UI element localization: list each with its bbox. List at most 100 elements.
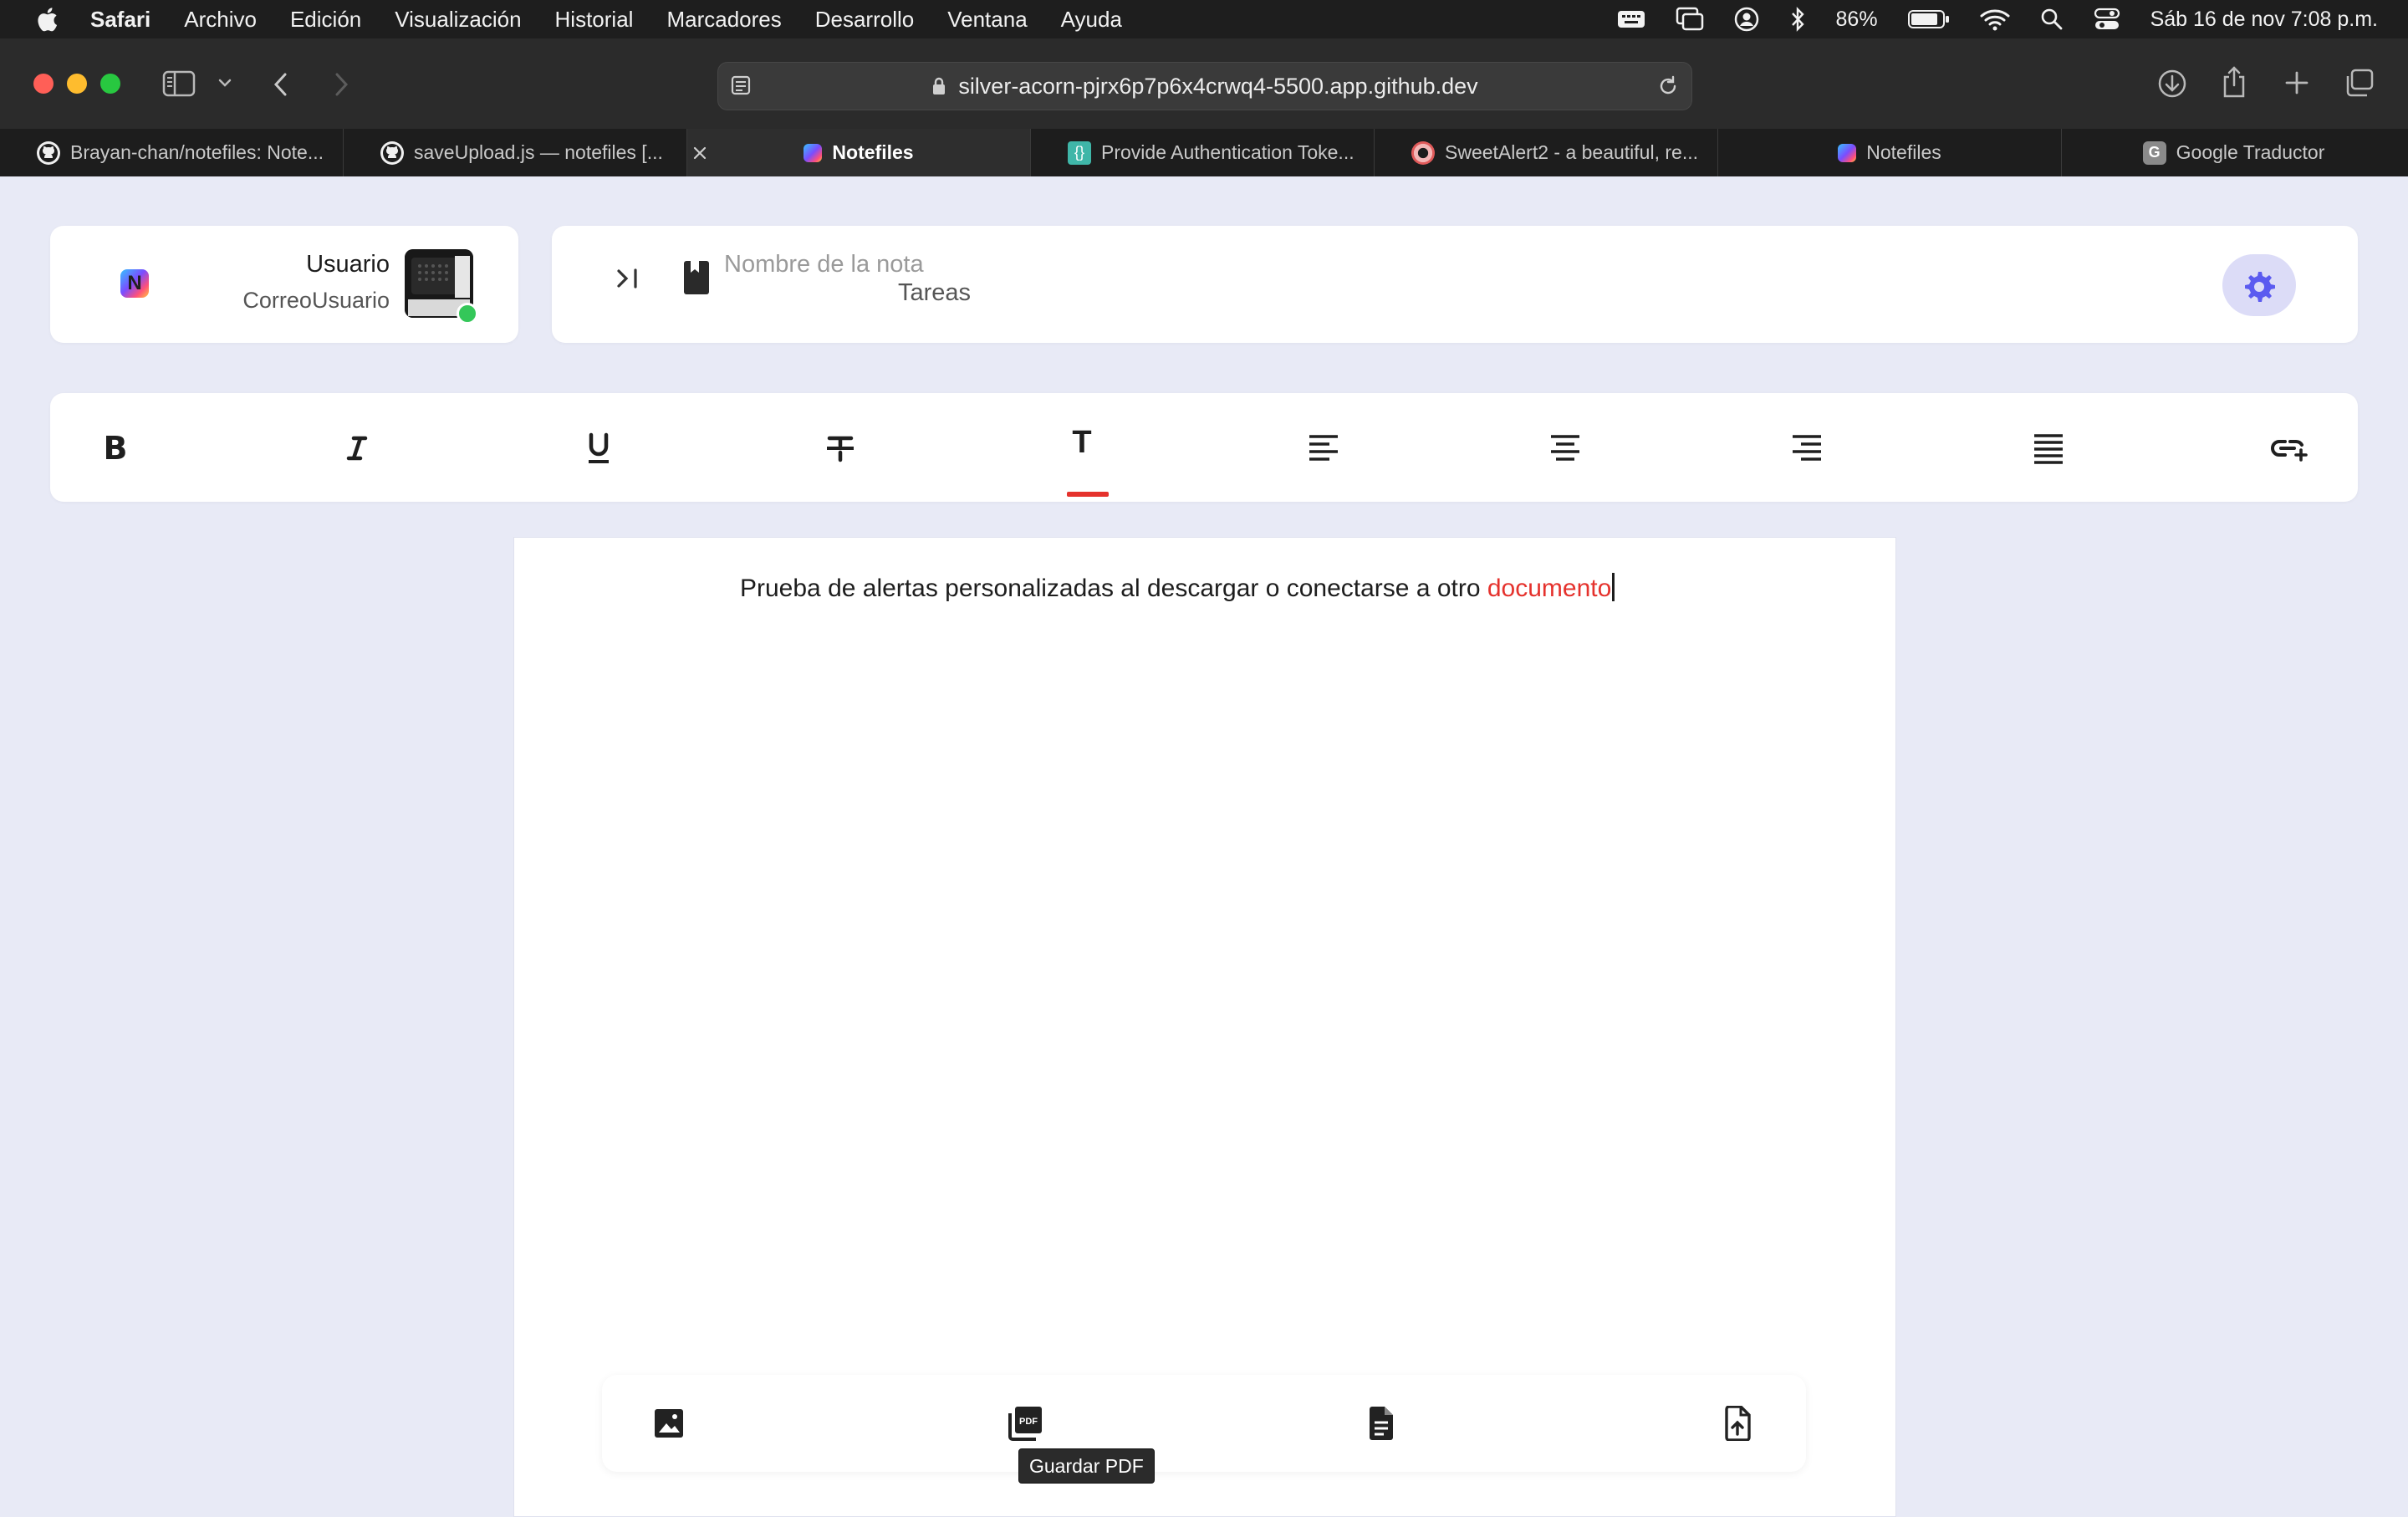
menu-historial[interactable]: Historial bbox=[555, 7, 634, 33]
tab-sweetalert2[interactable]: SweetAlert2 - a beautiful, re... bbox=[1375, 129, 1718, 176]
tab-provide-auth-token[interactable]: {} Provide Authentication Toke... bbox=[1031, 129, 1375, 176]
save-pdf-button[interactable]: PDF bbox=[1002, 1400, 1048, 1447]
gear-icon bbox=[2245, 272, 2275, 302]
menu-visualizacion[interactable]: Visualización bbox=[395, 7, 521, 33]
tab-label: Notefiles bbox=[832, 141, 914, 163]
new-tab-plus-icon[interactable] bbox=[2284, 70, 2309, 95]
strikethrough-button[interactable] bbox=[814, 421, 867, 475]
align-left-button[interactable] bbox=[1297, 421, 1350, 475]
tab-github-notefiles[interactable]: Brayan-chan/notefiles: Note... bbox=[0, 129, 344, 176]
document-icon bbox=[1370, 1407, 1393, 1440]
sidebar-toggle-icon[interactable] bbox=[162, 70, 196, 97]
menu-app-safari[interactable]: Safari bbox=[90, 7, 150, 33]
braces-icon: {} bbox=[1068, 140, 1091, 165]
bold-button[interactable]: B bbox=[89, 421, 142, 475]
tab-notefiles-2[interactable]: Notefiles bbox=[1718, 129, 2062, 176]
window-close-button[interactable] bbox=[33, 74, 54, 94]
keyboard-icon[interactable] bbox=[1617, 8, 1645, 30]
tab-label: Google Traductor bbox=[2176, 141, 2325, 163]
save-document-button[interactable] bbox=[1358, 1400, 1405, 1447]
insert-link-button[interactable] bbox=[2263, 421, 2316, 475]
align-right-button[interactable] bbox=[1780, 421, 1834, 475]
save-pdf-tooltip: Guardar PDF bbox=[1018, 1448, 1155, 1484]
window-zoom-button[interactable] bbox=[100, 74, 120, 94]
tab-label: saveUpload.js — notefiles [... bbox=[414, 141, 663, 163]
align-justify-button[interactable] bbox=[2022, 421, 2075, 475]
reload-icon[interactable] bbox=[1656, 74, 1680, 98]
user-account-icon[interactable] bbox=[1734, 7, 1759, 32]
notefiles-icon bbox=[804, 143, 823, 162]
menu-ventana[interactable]: Ventana bbox=[947, 7, 1027, 33]
window-minimize-button[interactable] bbox=[67, 74, 87, 94]
note-name-placeholder[interactable]: Nombre de la nota bbox=[724, 251, 924, 278]
align-center-button[interactable] bbox=[1538, 421, 1592, 475]
bottom-action-bar: PDF bbox=[602, 1375, 1806, 1472]
browser-toolbar: silver-acorn-pjrx6p7p6x4crwq4-5500.app.g… bbox=[0, 38, 2408, 130]
wifi-icon[interactable] bbox=[1980, 8, 2010, 31]
editor-text-plain: Prueba de alertas personalizadas al desc… bbox=[740, 575, 1487, 602]
address-bar[interactable]: silver-acorn-pjrx6p7p6x4crwq4-5500.app.g… bbox=[717, 62, 1692, 110]
tab-group-chevron-down-icon[interactable] bbox=[217, 77, 232, 89]
svg-text:PDF: PDF bbox=[1019, 1417, 1038, 1427]
strikethrough-icon bbox=[827, 436, 854, 462]
menu-clock[interactable]: Sáb 16 de nov 7:08 p.m. bbox=[2150, 8, 2378, 32]
tab-saveupload[interactable]: saveUpload.js — notefiles [... bbox=[344, 129, 687, 176]
user-name: Usuario bbox=[306, 251, 390, 278]
lock-icon bbox=[933, 77, 946, 94]
bluetooth-icon[interactable] bbox=[1789, 7, 1806, 32]
macos-menu-bar: Safari Archivo Edición Visualización His… bbox=[0, 0, 2408, 38]
text-color-indicator bbox=[1067, 492, 1109, 497]
menu-marcadores[interactable]: Marcadores bbox=[666, 7, 781, 33]
file-upload-icon bbox=[1725, 1406, 1751, 1441]
text-color-icon: T bbox=[1072, 424, 1092, 460]
underline-button[interactable] bbox=[572, 421, 625, 475]
note-header-card: Nombre de la nota Tareas bbox=[552, 226, 2358, 343]
menu-ayuda[interactable]: Ayuda bbox=[1061, 7, 1122, 33]
tab-label: SweetAlert2 - a beautiful, re... bbox=[1445, 141, 1698, 163]
image-icon bbox=[655, 1409, 683, 1438]
tab-google-traductor[interactable]: G Google Traductor bbox=[2062, 129, 2405, 176]
underline-icon bbox=[589, 432, 609, 463]
downloads-icon[interactable] bbox=[2157, 69, 2187, 99]
settings-button[interactable] bbox=[2222, 254, 2296, 316]
italic-button[interactable] bbox=[330, 421, 384, 475]
text-caret bbox=[1612, 573, 1615, 601]
menu-archivo[interactable]: Archivo bbox=[184, 7, 257, 33]
share-icon[interactable] bbox=[2221, 65, 2247, 99]
notefiles-icon bbox=[1838, 143, 1857, 162]
format-toolbar: B T bbox=[50, 393, 2358, 502]
spotlight-search-icon[interactable] bbox=[2040, 8, 2064, 31]
close-tab-icon[interactable] bbox=[687, 129, 712, 176]
tab-bar: Brayan-chan/notefiles: Note... saveUploa… bbox=[0, 129, 2408, 176]
text-color-button[interactable]: T bbox=[1055, 421, 1109, 497]
screen-mirroring-icon[interactable] bbox=[1676, 7, 1704, 32]
align-center-icon bbox=[1551, 435, 1579, 461]
menu-desarrollo[interactable]: Desarrollo bbox=[815, 7, 915, 33]
apple-logo-icon[interactable] bbox=[33, 5, 59, 33]
online-status-dot bbox=[457, 303, 478, 324]
tab-overview-icon[interactable] bbox=[2344, 69, 2375, 97]
tab-label: Provide Authentication Toke... bbox=[1101, 141, 1354, 163]
url-text[interactable]: silver-acorn-pjrx6p7p6x4crwq4-5500.app.g… bbox=[958, 74, 1477, 100]
github-icon bbox=[380, 140, 404, 165]
editor-content[interactable]: Prueba de alertas personalizadas al desc… bbox=[740, 573, 1615, 603]
notefiles-logo[interactable]: N bbox=[120, 269, 149, 298]
tab-label: Brayan-chan/notefiles: Note... bbox=[70, 141, 324, 163]
sweetalert-icon bbox=[1411, 140, 1435, 165]
link-icon bbox=[2271, 439, 2308, 462]
upload-file-button[interactable] bbox=[1714, 1400, 1761, 1447]
notebook-icon bbox=[684, 261, 709, 294]
editor-page[interactable]: Prueba de alertas personalizadas al desc… bbox=[513, 537, 1896, 1517]
forward-arrow-icon[interactable] bbox=[331, 70, 351, 99]
page-menu-icon[interactable] bbox=[730, 74, 755, 98]
note-name-value[interactable]: Tareas bbox=[898, 279, 971, 307]
align-left-icon bbox=[1309, 435, 1338, 461]
collapse-sidebar-icon[interactable] bbox=[615, 266, 642, 291]
tab-notefiles-active[interactable]: Notefiles bbox=[687, 129, 1031, 176]
control-center-icon[interactable] bbox=[2094, 8, 2120, 31]
menu-edicion[interactable]: Edición bbox=[290, 7, 361, 33]
back-arrow-icon[interactable] bbox=[271, 70, 291, 99]
insert-image-button[interactable] bbox=[645, 1400, 692, 1447]
battery-icon[interactable] bbox=[1907, 9, 1950, 29]
align-justify-icon bbox=[2034, 434, 2063, 464]
